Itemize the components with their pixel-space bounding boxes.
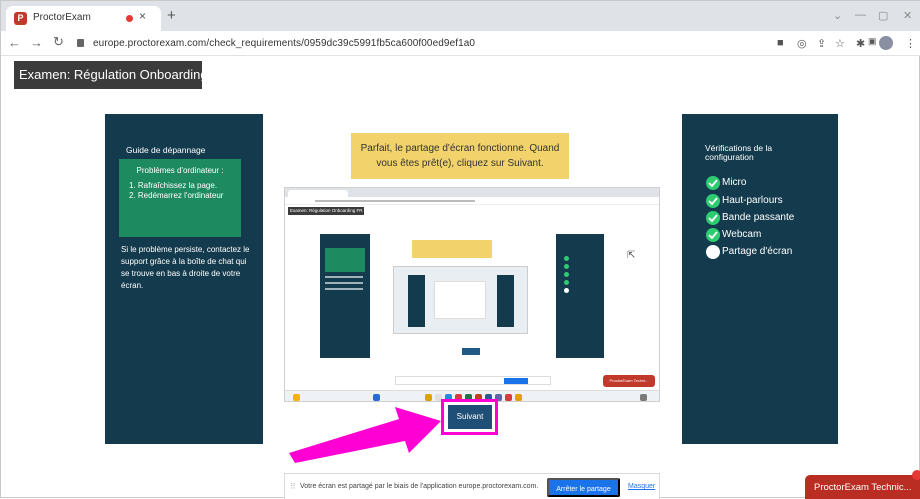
checkmark-icon (706, 211, 720, 225)
computer-problems-box: Problèmes d'ordinateur : 1. Rafraîchisse… (119, 159, 241, 237)
preview-checks-panel (556, 234, 604, 358)
computer-problems-title: Problèmes d'ordinateur : (136, 166, 224, 175)
preview-nested-screen (393, 266, 528, 334)
browser-window: P ProctorExam × + ⌄ — ▢ ✕ ← → ↻ europe.p… (0, 0, 920, 499)
menu-icon[interactable]: ⋮ (905, 37, 916, 50)
notification-badge (912, 470, 920, 480)
recording-indicator-icon (126, 15, 133, 22)
pending-circle-icon (706, 245, 720, 259)
preview-tab-strip (285, 188, 659, 197)
new-tab-button[interactable]: + (167, 7, 176, 24)
stop-sharing-button[interactable]: Arrêter le partage (547, 478, 620, 497)
camera-icon[interactable]: ■ (777, 37, 784, 49)
eye-off-icon[interactable]: ◎ (797, 37, 807, 50)
checkmark-icon (706, 176, 720, 190)
tab-search-icon[interactable]: ⌄ (833, 9, 842, 22)
exam-title: Examen: Régulation Onboarding FR (14, 61, 229, 89)
screen-share-preview: Examen: Régulation Onboarding FR ⇱ Proct… (284, 187, 660, 402)
drag-handle-icon[interactable]: ⠿ (290, 482, 296, 491)
address-bar[interactable]: europe.proctorexam.com/check_requirement… (93, 38, 475, 49)
pointing-arrow-icon (289, 407, 441, 463)
minimize-icon[interactable]: — (855, 9, 866, 21)
check-label: Bande passante (722, 212, 795, 223)
checkmark-icon (706, 228, 720, 242)
hide-link[interactable]: Masquer (628, 483, 655, 490)
troubleshoot-step: 1. Rafraîchissez la page. (129, 181, 218, 190)
sidepanel-icon[interactable]: ▣ (868, 36, 877, 47)
support-chat-button[interactable]: ProctorExam Technic... (805, 475, 920, 499)
troubleshooting-heading: Guide de dépannage (126, 145, 206, 155)
support-text: Si le problème persiste, contactez le su… (121, 245, 250, 290)
share-icon[interactable]: ⇪ (817, 37, 826, 50)
preview-exam-title: Examen: Régulation Onboarding FR (288, 207, 364, 215)
forward-icon[interactable]: → (30, 35, 43, 50)
preview-share-bar (395, 376, 551, 385)
screen-share-bar: ⠿ Votre écran est partagé par le biais d… (284, 473, 660, 499)
maximize-icon[interactable]: ▢ (878, 9, 888, 22)
share-bar-message: Votre écran est partagé par le biais de … (300, 483, 539, 490)
reload-icon[interactable]: ↻ (53, 34, 64, 50)
star-icon[interactable]: ☆ (835, 37, 845, 50)
close-tab-icon[interactable]: × (139, 9, 146, 23)
check-label: Haut-parlours (722, 195, 783, 206)
troubleshoot-step: 2. Redémarrez l'ordinateur (129, 191, 224, 200)
preview-notice (412, 240, 492, 258)
troubleshooting-panel: Guide de dépannage Problèmes d'ordinateu… (105, 114, 263, 444)
browser-tab[interactable]: P ProctorExam × (6, 6, 161, 31)
preview-address-bar (285, 197, 659, 205)
check-label: Partage d'écran (722, 246, 793, 257)
tab-title: ProctorExam (33, 12, 91, 23)
lock-icon[interactable] (77, 39, 84, 47)
mouse-cursor-icon: ⇱ (627, 250, 636, 261)
screen-share-success-notice: Parfait, le partage d'écran fonctionne. … (351, 133, 569, 179)
preview-next-button (462, 348, 480, 355)
check-label: Webcam (722, 229, 762, 240)
checkmark-icon (706, 194, 720, 208)
tab-strip: P ProctorExam × + ⌄ — ▢ ✕ (1, 1, 920, 31)
configuration-checks-panel: Vérifications de la configuration Micro … (682, 114, 838, 444)
profile-avatar-icon[interactable] (879, 36, 893, 50)
back-icon[interactable]: ← (8, 35, 21, 50)
extensions-icon[interactable]: ✱ (856, 37, 865, 50)
close-window-icon[interactable]: ✕ (903, 9, 912, 22)
checks-heading: Vérifications de la configuration (705, 143, 773, 162)
browser-toolbar: ← → ↻ europe.proctorexam.com/check_requi… (1, 31, 920, 56)
preview-troubleshooting-panel (320, 234, 370, 358)
preview-chat-button: ProctorExam Techni... (603, 375, 655, 387)
next-button[interactable]: Suivant (448, 405, 492, 429)
proctorexam-favicon-icon: P (14, 12, 27, 25)
check-label: Micro (722, 177, 747, 188)
